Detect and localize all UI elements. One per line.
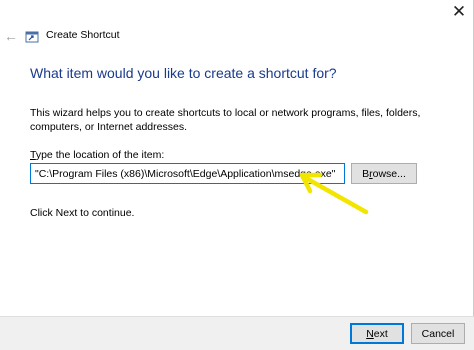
create-shortcut-window: ✕ ← Create Shortcut What item would you …	[0, 0, 474, 350]
window-title: Create Shortcut	[46, 29, 120, 41]
next-button[interactable]: Next	[350, 323, 404, 344]
cancel-button[interactable]: Cancel	[411, 323, 465, 344]
shortcut-wizard-icon	[25, 31, 39, 43]
continue-hint: Click Next to continue.	[30, 207, 135, 219]
cancel-label: Cancel	[421, 327, 455, 340]
next-label-text: ext	[373, 327, 388, 340]
wizard-description: This wizard helps you to create shortcut…	[30, 107, 421, 133]
back-button[interactable]: ←	[3, 28, 19, 44]
location-label: Type the location of the item:	[30, 149, 164, 161]
browse-label-suffix: owse...	[372, 167, 406, 180]
next-label-access-key: N	[366, 327, 374, 340]
location-label-text: ype the location of the item:	[35, 149, 165, 161]
close-button[interactable]: ✕	[444, 0, 474, 24]
page-heading: What item would you like to create a sho…	[30, 65, 337, 81]
title-bar: ✕ ← Create Shortcut	[0, 0, 474, 70]
back-arrow-icon: ←	[4, 28, 18, 44]
close-icon: ✕	[451, 2, 467, 21]
yellow-arrow-annotation	[299, 172, 369, 215]
